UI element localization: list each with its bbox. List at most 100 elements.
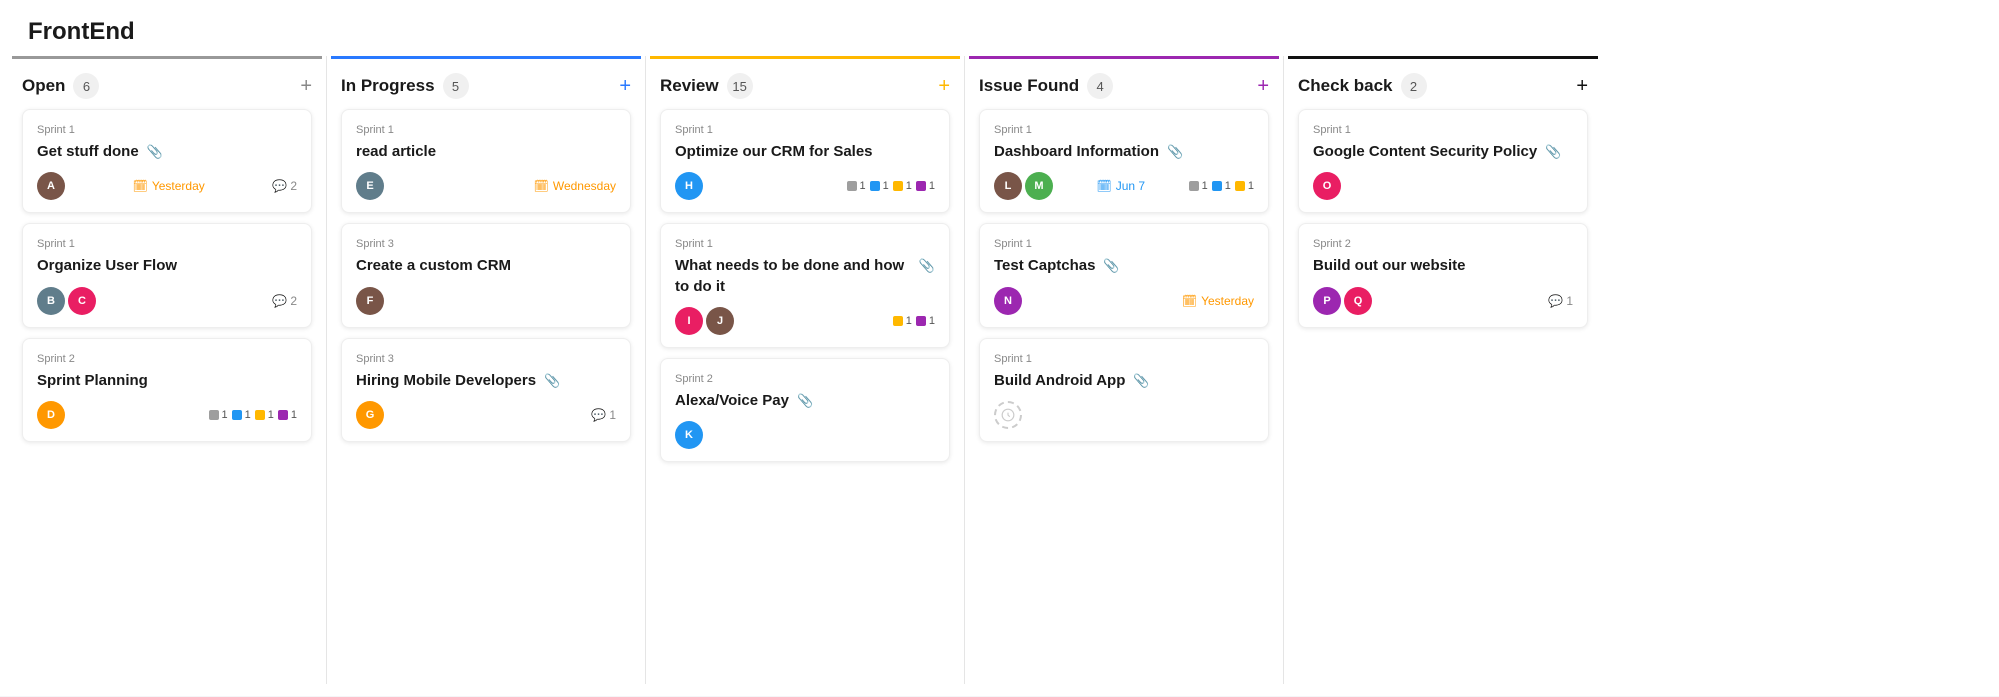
avatar: N — [994, 287, 1022, 315]
card[interactable]: Sprint 1Test Captchas📎N🗓 Yesterday — [979, 223, 1269, 327]
avatar-group: H — [675, 172, 703, 200]
avatar: M — [1025, 172, 1053, 200]
column-title-issuefound: Issue Found — [979, 76, 1079, 96]
chip: 1 — [255, 409, 274, 421]
chip-dot — [916, 181, 926, 191]
calendar-icon: 🗓 — [133, 179, 148, 193]
comment-count: 1 — [1566, 294, 1573, 308]
column-count-issuefound: 4 — [1087, 73, 1113, 99]
card-title: Optimize our CRM for Sales — [675, 142, 873, 162]
chip-dot — [893, 181, 903, 191]
column-add-btn-checkback[interactable]: + — [1576, 76, 1588, 96]
card[interactable]: Sprint 2Alexa/Voice Pay📎K — [660, 358, 950, 462]
card-sprint: Sprint 1 — [1313, 124, 1573, 136]
card-sprint: Sprint 1 — [994, 353, 1254, 365]
avatar: E — [356, 172, 384, 200]
card-sprint: Sprint 1 — [37, 124, 297, 136]
comment-count: 1 — [609, 408, 616, 422]
calendar-icon: 🗓 — [1182, 294, 1197, 308]
avatar: J — [706, 307, 734, 335]
card[interactable]: Sprint 1read articleE🗓 Wednesday — [341, 109, 631, 213]
tag-chips: 1 1 1 1 — [847, 180, 936, 192]
avatar: C — [68, 287, 96, 315]
chip: 1 — [278, 409, 297, 421]
column-count-review: 15 — [727, 73, 753, 99]
column-divider — [645, 56, 646, 684]
avatar: F — [356, 287, 384, 315]
avatar: D — [37, 401, 65, 429]
card[interactable]: Sprint 1Get stuff done📎A🗓 Yesterday💬2 — [22, 109, 312, 213]
comment-icon: 💬2 — [272, 179, 297, 193]
card-title: Test Captchas — [994, 256, 1095, 276]
column-review: Review15+Sprint 1Optimize our CRM for Sa… — [650, 56, 960, 684]
cards-list-inprogress: Sprint 1read articleE🗓 WednesdaySprint 3… — [341, 109, 631, 442]
avatar: G — [356, 401, 384, 429]
card[interactable]: Sprint 1Organize User FlowBC💬2 — [22, 223, 312, 327]
comment-count: 2 — [290, 179, 297, 193]
chip: 1 — [916, 180, 935, 192]
card[interactable]: Sprint 3Hiring Mobile Developers📎G💬1 — [341, 338, 631, 442]
avatar: K — [675, 421, 703, 449]
column-add-btn-review[interactable]: + — [938, 76, 950, 96]
tag-chips: 1 1 1 — [1189, 180, 1254, 192]
column-divider — [964, 56, 965, 684]
card-footer: E🗓 Wednesday — [356, 172, 616, 200]
avatar-group: O — [1313, 172, 1341, 200]
comment-icon: 💬1 — [1548, 294, 1573, 308]
card[interactable]: Sprint 3Create a custom CRMF — [341, 223, 631, 327]
attach-icon: 📎 — [147, 144, 163, 160]
chip-dot — [209, 410, 219, 420]
column-open: Open6+Sprint 1Get stuff done📎A🗓 Yesterda… — [12, 56, 322, 684]
column-count-checkback: 2 — [1401, 73, 1427, 99]
card-sprint: Sprint 2 — [37, 353, 297, 365]
card-sprint: Sprint 3 — [356, 353, 616, 365]
column-title-inprogress: In Progress — [341, 76, 435, 96]
card-title: Build Android App — [994, 371, 1125, 391]
cards-list-issuefound: Sprint 1Dashboard Information📎LM🗓 Jun 7 … — [979, 109, 1269, 442]
card[interactable]: Sprint 1Google Content Security Policy📎O — [1298, 109, 1588, 213]
column-add-btn-open[interactable]: + — [300, 76, 312, 96]
card-title: Alexa/Voice Pay — [675, 391, 789, 411]
column-add-btn-inprogress[interactable]: + — [619, 76, 631, 96]
column-checkback: Check back 2 + Sprint 1Google Content Secur… — [1288, 56, 1598, 684]
card-footer — [994, 401, 1254, 429]
card-sprint: Sprint 2 — [1313, 238, 1573, 250]
app-header: FrontEnd — [0, 0, 1999, 56]
chip: 1 — [1212, 180, 1231, 192]
card[interactable]: Sprint 1Build Android App📎 — [979, 338, 1269, 442]
column-divider — [1283, 56, 1284, 684]
column-title-checkback: Check back — [1298, 76, 1393, 96]
card-title: read article — [356, 142, 436, 162]
column-count-inprogress: 5 — [443, 73, 469, 99]
avatar-group: PQ — [1313, 287, 1372, 315]
chip: 1 — [232, 409, 251, 421]
card-footer: H 1 1 1 1 — [675, 172, 935, 200]
card-footer: G💬1 — [356, 401, 616, 429]
attach-icon: 📎 — [797, 393, 813, 409]
card[interactable]: Sprint 2 Build out our website PQ 💬1 — [1298, 223, 1588, 327]
column-add-btn-issuefound[interactable]: + — [1257, 76, 1269, 96]
card[interactable]: Sprint 1Optimize our CRM for SalesH 1 1 … — [660, 109, 950, 213]
attach-icon: 📎 — [1103, 258, 1119, 274]
avatar: H — [675, 172, 703, 200]
comment-bubble-icon: 💬 — [272, 294, 287, 308]
card-sprint: Sprint 3 — [356, 238, 616, 250]
avatar: P — [1313, 287, 1341, 315]
column-header-checkback: Check back 2 + — [1298, 59, 1588, 109]
column-count-open: 6 — [73, 73, 99, 99]
card[interactable]: Sprint 2Sprint PlanningD 1 1 1 1 — [22, 338, 312, 442]
attach-icon: 📎 — [1167, 144, 1183, 160]
card[interactable]: Sprint 1What needs to be done and how to… — [660, 223, 950, 348]
avatar-group: D — [37, 401, 65, 429]
chip: 1 — [916, 315, 935, 327]
app-title: FrontEnd — [28, 18, 1971, 46]
avatar-group: A — [37, 172, 65, 200]
card-footer: A🗓 Yesterday💬2 — [37, 172, 297, 200]
avatar-group: BC — [37, 287, 96, 315]
avatar: B — [37, 287, 65, 315]
card-title: Build out our website — [1313, 256, 1466, 276]
column-title-open: Open — [22, 76, 65, 96]
due-date: 🗓 Jun 7 — [1097, 179, 1146, 193]
column-divider — [326, 56, 327, 684]
card[interactable]: Sprint 1Dashboard Information📎LM🗓 Jun 7 … — [979, 109, 1269, 213]
